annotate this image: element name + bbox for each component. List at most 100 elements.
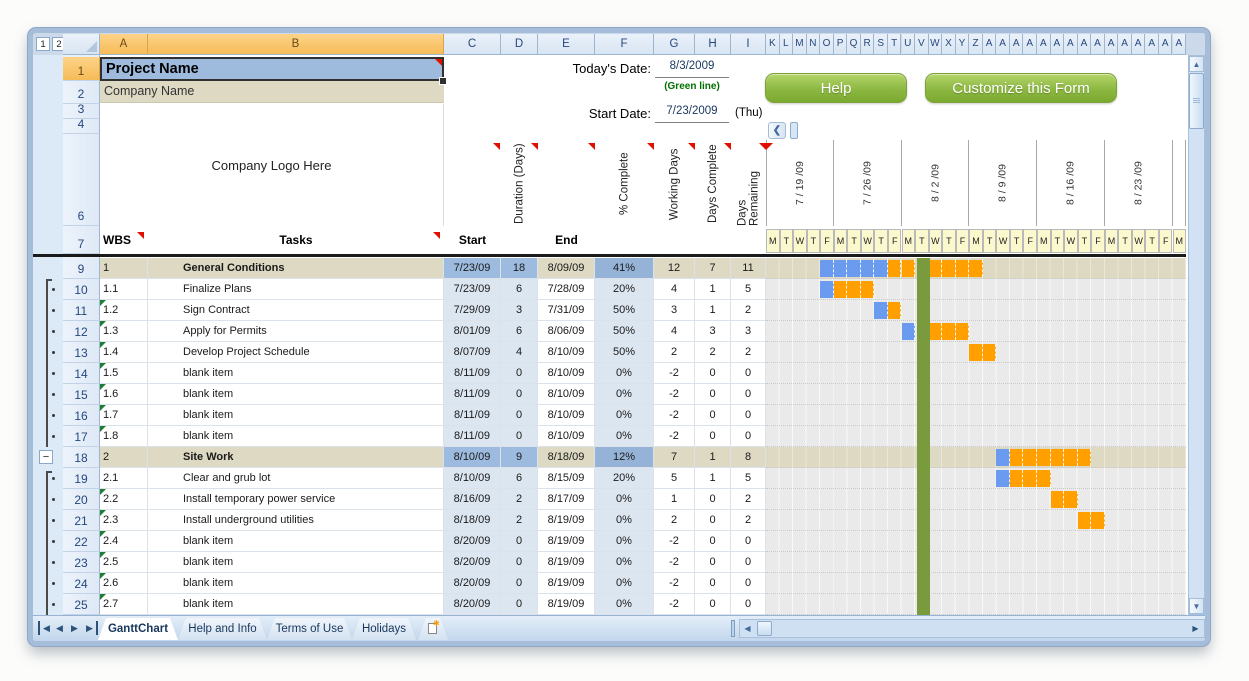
column-header-narrow-24[interactable]: A <box>1091 34 1105 55</box>
cell-start[interactable]: 8/16/09 <box>444 489 501 510</box>
selection-fill-handle[interactable] <box>439 77 447 85</box>
column-header-narrow-14[interactable]: Y <box>956 34 970 55</box>
cell-end[interactable]: 8/19/09 <box>538 594 595 615</box>
cell-days-remaining[interactable]: 0 <box>731 384 766 405</box>
cell-working-days[interactable]: 4 <box>654 321 695 342</box>
cell-wbs[interactable]: 1.2 <box>100 300 148 321</box>
first-sheet-icon[interactable]: ◀ <box>38 621 53 635</box>
column-header-B[interactable]: B <box>148 34 444 55</box>
cell-task[interactable]: Site Work <box>148 447 444 468</box>
cell-days-complete[interactable]: 1 <box>695 300 731 321</box>
cell-days-remaining[interactable]: 2 <box>731 489 766 510</box>
column-header-narrow-10[interactable]: U <box>902 34 916 55</box>
cell-duration[interactable]: 9 <box>501 447 538 468</box>
sheet-tab-terms-of-use[interactable]: Terms of Use <box>267 618 352 640</box>
cell-days-remaining[interactable]: 0 <box>731 573 766 594</box>
column-header-narrow-30[interactable]: A <box>1173 34 1187 55</box>
column-header-narrow-12[interactable]: W <box>929 34 943 55</box>
cell-end[interactable]: 8/15/09 <box>538 468 595 489</box>
column-header-narrow-9[interactable]: T <box>888 34 902 55</box>
cell-start[interactable]: 7/23/09 <box>444 258 501 279</box>
cell-task[interactable]: blank item <box>148 573 444 594</box>
row-header[interactable]: 20 <box>63 489 100 510</box>
cell-duration[interactable]: 6 <box>501 468 538 489</box>
insert-worksheet-icon[interactable]: ✱ <box>418 618 448 640</box>
column-header-narrow-16[interactable]: A <box>983 34 997 55</box>
cell-duration[interactable]: 2 <box>501 510 538 531</box>
cell-days-remaining[interactable]: 5 <box>731 279 766 300</box>
cell-duration[interactable]: 2 <box>501 489 538 510</box>
cell-wbs[interactable]: 2.3 <box>100 510 148 531</box>
cell-end[interactable]: 7/31/09 <box>538 300 595 321</box>
column-header-I[interactable]: I <box>731 34 766 55</box>
column-header-G[interactable]: G <box>654 34 695 55</box>
column-header-narrow-5[interactable]: P <box>834 34 848 55</box>
cell-end[interactable]: 8/19/09 <box>538 510 595 531</box>
column-header-narrow-7[interactable]: R <box>861 34 875 55</box>
cell-end[interactable]: 8/19/09 <box>538 573 595 594</box>
cell-pct[interactable]: 0% <box>595 531 654 552</box>
cell-duration[interactable]: 0 <box>501 405 538 426</box>
cell-end[interactable]: 8/10/09 <box>538 363 595 384</box>
column-header-narrow-4[interactable]: O <box>820 34 834 55</box>
cell-working-days[interactable]: 2 <box>654 342 695 363</box>
cell-working-days[interactable]: 5 <box>654 468 695 489</box>
tab-split-handle[interactable] <box>731 620 735 637</box>
cell-start[interactable]: 7/29/09 <box>444 300 501 321</box>
cell-working-days[interactable]: 3 <box>654 300 695 321</box>
horizontal-scrollbar[interactable]: ◀▶ <box>739 619 1205 638</box>
row-header[interactable]: 14 <box>63 363 100 384</box>
cell-pct[interactable]: 0% <box>595 594 654 615</box>
column-header-narrow-18[interactable]: A <box>1010 34 1024 55</box>
cell-duration[interactable]: 6 <box>501 321 538 342</box>
cell-days-remaining[interactable]: 8 <box>731 447 766 468</box>
row-header[interactable]: 18 <box>63 447 100 468</box>
cell-start[interactable]: 8/07/09 <box>444 342 501 363</box>
cell-duration[interactable]: 0 <box>501 531 538 552</box>
cell-start[interactable]: 8/11/09 <box>444 363 501 384</box>
cell-pct[interactable]: 20% <box>595 468 654 489</box>
cell-days-complete[interactable]: 0 <box>695 384 731 405</box>
company-name-cell[interactable]: Company Name <box>100 81 444 103</box>
cell-pct[interactable]: 20% <box>595 279 654 300</box>
row-header-2[interactable]: 2 <box>63 81 100 104</box>
cell-duration[interactable]: 6 <box>501 279 538 300</box>
cell-wbs[interactable]: 2.1 <box>100 468 148 489</box>
cell-end[interactable]: 8/18/09 <box>538 447 595 468</box>
cell-days-remaining[interactable]: 0 <box>731 552 766 573</box>
cell-end[interactable]: 8/09/09 <box>538 258 595 279</box>
cell-task[interactable]: blank item <box>148 594 444 615</box>
cell-wbs[interactable]: 2.7 <box>100 594 148 615</box>
column-header-narrow-29[interactable]: A <box>1159 34 1173 55</box>
cell-pct[interactable]: 0% <box>595 405 654 426</box>
cell-days-remaining[interactable]: 11 <box>731 258 766 279</box>
cell-start[interactable]: 8/11/09 <box>444 426 501 447</box>
cell-duration[interactable]: 0 <box>501 363 538 384</box>
cell-wbs[interactable]: 1.5 <box>100 363 148 384</box>
prev-sheet-icon[interactable]: ◀ <box>53 621 66 635</box>
column-header-narrow-17[interactable]: A <box>996 34 1010 55</box>
cell-working-days[interactable]: -2 <box>654 363 695 384</box>
cell-duration[interactable]: 4 <box>501 342 538 363</box>
column-header-H[interactable]: H <box>695 34 731 55</box>
cell-pct[interactable]: 50% <box>595 321 654 342</box>
cell-working-days[interactable]: -2 <box>654 405 695 426</box>
column-header-A[interactable]: A <box>100 34 148 55</box>
cell-working-days[interactable]: -2 <box>654 573 695 594</box>
cell-days-complete[interactable]: 1 <box>695 279 731 300</box>
cell-pct[interactable]: 0% <box>595 510 654 531</box>
row-header[interactable]: 19 <box>63 468 100 489</box>
scroll-down-button[interactable]: ▼ <box>1189 598 1204 614</box>
column-header-narrow-0[interactable]: K <box>766 34 780 55</box>
cell-days-complete[interactable]: 0 <box>695 510 731 531</box>
row-header[interactable]: 11 <box>63 300 100 321</box>
column-header-narrow-1[interactable]: L <box>780 34 794 55</box>
cell-pct[interactable]: 41% <box>595 258 654 279</box>
row-header[interactable]: 9 <box>63 258 100 279</box>
cell-start[interactable]: 8/10/09 <box>444 447 501 468</box>
cell-days-remaining[interactable]: 2 <box>731 342 766 363</box>
column-header-C[interactable]: C <box>444 34 501 55</box>
cell-duration[interactable]: 18 <box>501 258 538 279</box>
column-header-narrow-8[interactable]: S <box>874 34 888 55</box>
todays-date-value[interactable]: 8/3/2009 <box>655 60 729 78</box>
